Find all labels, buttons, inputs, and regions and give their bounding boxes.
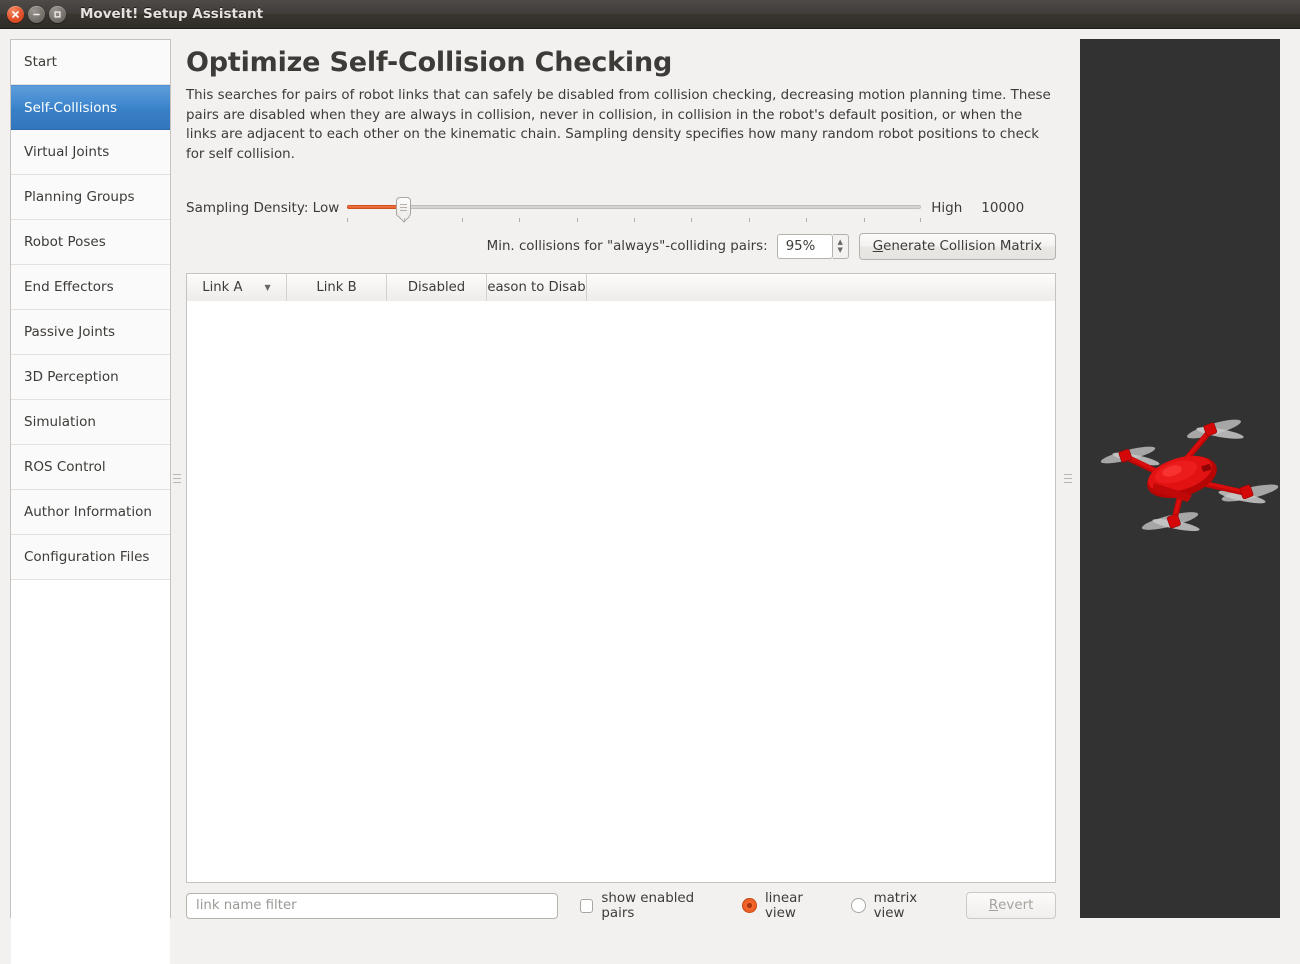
sidebar-item-robot-poses[interactable]: Robot Poses [11, 220, 170, 265]
quadcopter-drone-model [1100, 419, 1279, 532]
slider-groove [347, 205, 922, 209]
linear-view-radio[interactable] [742, 898, 757, 913]
sampling-high-label: High [931, 200, 963, 216]
sidebar-splitter-handle[interactable] [171, 39, 183, 918]
window-body: Start Self-Collisions Virtual Joints Pla… [0, 29, 1300, 964]
close-button[interactable] [7, 5, 24, 23]
table-header-link-a[interactable]: Link A ▼ [187, 274, 287, 301]
show-enabled-pairs-checkbox[interactable] [579, 898, 594, 913]
window-titlebar: MoveIt! Setup Assistant [0, 0, 1300, 29]
sidebar-item-author-information[interactable]: Author Information [11, 490, 170, 535]
viewport-splitter-handle[interactable] [1062, 39, 1074, 918]
matrix-view-radio[interactable] [851, 898, 866, 913]
sidebar-item-label: 3D Perception [24, 369, 119, 385]
column-label: Disabled [407, 280, 466, 295]
table-header-spacer [587, 274, 1055, 301]
spinner-up-icon[interactable]: ▲ [837, 239, 842, 246]
sidebar-item-label: Planning Groups [24, 189, 135, 205]
table-header-link-b[interactable]: Link B [287, 274, 387, 301]
sampling-density-slider[interactable] [347, 194, 922, 224]
sidebar-item-label: Passive Joints [24, 324, 116, 340]
main-content-panel: Optimize Self-Collision Checking This se… [186, 39, 1056, 921]
sidebar-item-end-effectors[interactable]: End Effectors [11, 265, 170, 310]
sidebar-item-label: End Effectors [24, 279, 114, 295]
sidebar-item-planning-groups[interactable]: Planning Groups [11, 175, 170, 220]
window-controls [0, 5, 66, 23]
table-header-reason-to-disable[interactable]: eason to Disab [487, 274, 587, 301]
table-header-disabled[interactable]: Disabled [387, 274, 487, 301]
sidebar-item-ros-control[interactable]: ROS Control [11, 445, 170, 490]
sidebar-item-label: Configuration Files [24, 549, 150, 565]
sort-descending-icon: ▼ [264, 283, 271, 292]
button-mnemonic: G [872, 239, 884, 254]
linear-view-label: linear view [764, 890, 803, 921]
revert-button[interactable]: Revert [966, 892, 1056, 919]
table-controls-bar: show enabled pairs linear view matrix vi… [186, 890, 1056, 921]
maximize-button[interactable] [49, 5, 66, 23]
spinner-down-icon[interactable]: ▼ [837, 247, 842, 254]
show-enabled-pairs-checkbox-wrap[interactable]: show enabled pairs [579, 890, 727, 921]
sidebar-item-simulation[interactable]: Simulation [11, 400, 170, 445]
min-collisions-label: Min. collisions for "always"-colliding p… [486, 239, 768, 254]
sidebar-empty-area [11, 580, 170, 964]
min-collisions-row: Min. collisions for "always"-colliding p… [186, 233, 1056, 260]
slider-handle-grip-icon [400, 203, 408, 211]
table-body-empty [187, 301, 1055, 882]
window-title: MoveIt! Setup Assistant [80, 6, 264, 22]
grip-dots-icon [173, 474, 181, 483]
sidebar-item-label: Simulation [24, 414, 96, 430]
slider-handle[interactable] [396, 197, 412, 217]
sidebar-item-label: Self-Collisions [24, 99, 118, 116]
sidebar-item-configuration-files[interactable]: Configuration Files [11, 535, 170, 580]
slider-filled-track [347, 205, 404, 209]
robot-3d-viewport[interactable] [1080, 39, 1280, 918]
column-label: Link B [316, 280, 357, 295]
min-collisions-value: 95% [785, 239, 816, 254]
sidebar-item-3d-perception[interactable]: 3D Perception [11, 355, 170, 400]
sidebar-item-label: Virtual Joints [24, 144, 110, 160]
generate-collision-matrix-button[interactable]: Generate Collision Matrix [858, 233, 1056, 260]
sidebar-item-start[interactable]: Start [11, 40, 170, 85]
table-header-row: Link A ▼ Link B Disabled eason to Disab [187, 274, 1055, 301]
collision-pairs-table: Link A ▼ Link B Disabled eason to Disab [186, 273, 1056, 883]
sampling-density-value: 10000 [981, 200, 1025, 216]
page-title: Optimize Self-Collision Checking [186, 47, 673, 78]
min-collisions-spinbox[interactable]: 95% [776, 234, 833, 259]
sidebar-item-passive-joints[interactable]: Passive Joints [11, 310, 170, 355]
sidebar-item-label: Author Information [24, 504, 152, 520]
sidebar-item-self-collisions[interactable]: Self-Collisions [11, 85, 170, 130]
sampling-density-row: Sampling Density: Low High 10000 [186, 194, 1056, 222]
sampling-density-label: Sampling Density: Low [186, 200, 340, 216]
matrix-view-label: matrix view [873, 890, 918, 921]
page-description: This searches for pairs of robot links t… [186, 88, 1051, 162]
spinbox-stepper[interactable]: ▲ ▼ [832, 234, 849, 259]
column-label: eason to Disab [487, 280, 586, 295]
button-label-rest: evert [998, 898, 1034, 913]
sidebar-item-label: Start [24, 54, 57, 70]
sidebar-item-label: ROS Control [24, 459, 106, 475]
sidebar-item-label: Robot Poses [24, 234, 106, 250]
navigation-sidebar: Start Self-Collisions Virtual Joints Pla… [10, 39, 171, 964]
matrix-view-radio-wrap[interactable]: matrix view [851, 891, 949, 921]
link-name-filter-input[interactable] [186, 892, 558, 919]
minimize-button[interactable] [28, 5, 45, 23]
button-mnemonic: R [988, 898, 999, 913]
slider-tick-marks [347, 218, 922, 224]
linear-view-radio-wrap[interactable]: linear view [742, 891, 835, 921]
grip-dots-icon [1064, 474, 1072, 483]
sidebar-item-virtual-joints[interactable]: Virtual Joints [11, 130, 170, 175]
column-label: Link A [202, 280, 243, 295]
show-enabled-pairs-label: show enabled pairs [601, 890, 695, 921]
button-label-rest: enerate Collision Matrix [883, 239, 1042, 254]
